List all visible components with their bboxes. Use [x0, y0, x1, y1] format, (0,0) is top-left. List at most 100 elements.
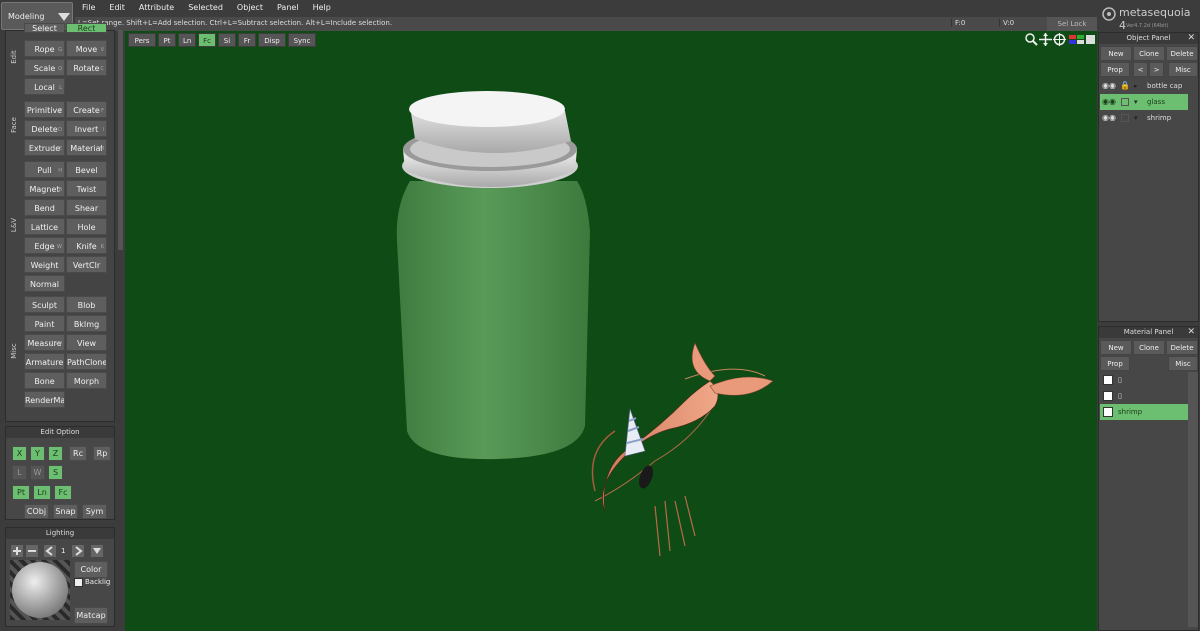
edit-option-rp-button[interactable]: Rp [93, 446, 111, 461]
tool-rect-button[interactable]: Rect [66, 23, 107, 33]
material-new-button[interactable]: New [1100, 340, 1132, 355]
edit-option-fc-button[interactable]: Fc [54, 485, 72, 500]
tool-pull-button[interactable]: Pull H [24, 161, 65, 178]
edit-option-z-button[interactable]: Z [48, 446, 63, 461]
view-tab-pt[interactable]: Pt [158, 33, 176, 47]
view-tab-disp[interactable]: Disp [258, 33, 286, 47]
edit-option-w-button[interactable]: W [30, 465, 45, 480]
material-clone-button[interactable]: Clone [1133, 340, 1165, 355]
object-list-item[interactable]: ◉◉ ▾ glass [1100, 94, 1188, 110]
tool-magnet-button[interactable]: Magnet B [24, 180, 65, 197]
material-list-item[interactable]: ▯ [1100, 388, 1188, 404]
tool-select-button[interactable]: Select [24, 23, 65, 33]
matcap-button[interactable]: Matcap [74, 607, 108, 624]
view-tab-fc[interactable]: Fc [198, 33, 216, 47]
tool-paint-button[interactable]: Paint [24, 315, 65, 332]
tool-lattice-button[interactable]: Lattice [24, 218, 65, 235]
object-delete-button[interactable]: Delete [1166, 46, 1198, 61]
object-list-item[interactable]: ◉◉ 🔒 ▸ bottle cap [1100, 78, 1188, 94]
menu-help[interactable]: Help [306, 0, 338, 16]
sel-lock-button[interactable]: Sel Lock [1047, 17, 1097, 31]
close-icon[interactable]: ✕ [1187, 327, 1195, 338]
rotate-view-icon[interactable] [1053, 33, 1066, 46]
tool-morph-button[interactable]: Morph [66, 372, 107, 389]
close-icon[interactable]: ✕ [1187, 33, 1195, 44]
tool-bkimg-button[interactable]: BkImg [66, 315, 107, 332]
object-next-button[interactable]: > [1149, 62, 1164, 77]
tool-twist-button[interactable]: Twist [66, 180, 107, 197]
edit-option-rc-button[interactable]: Rc [69, 446, 87, 461]
material-list-item[interactable]: ▯ [1100, 372, 1188, 388]
view-tab-sync[interactable]: Sync [288, 33, 316, 47]
object-list-item[interactable]: ◉◉ ▾ shrimp [1100, 110, 1188, 126]
eye-icon[interactable]: ◉◉ [1102, 110, 1116, 126]
tool-pathclone-button[interactable]: PathClone [66, 353, 107, 370]
tool-scale-button[interactable]: Scale Q [24, 59, 65, 76]
backlight-checkbox[interactable] [74, 578, 83, 587]
expand-icon[interactable]: ▾ [1134, 110, 1138, 126]
material-misc-button[interactable]: Misc [1168, 356, 1198, 371]
tool-extrude-button[interactable]: Extrude E [24, 139, 65, 156]
view-tab-ln[interactable]: Ln [178, 33, 196, 47]
eye-icon[interactable]: ◉◉ [1102, 94, 1116, 110]
edit-option-y-button[interactable]: Y [30, 446, 45, 461]
tool-rope-button[interactable]: Rope G [24, 40, 65, 57]
tool-renderman-button[interactable]: RenderMan [24, 391, 65, 408]
add-light-icon[interactable] [11, 545, 23, 557]
view-tab-pers[interactable]: Pers [128, 33, 156, 47]
expand-icon[interactable]: ▾ [1134, 94, 1138, 110]
prev-light-icon[interactable] [44, 545, 56, 557]
expand-icon[interactable]: ▸ [1134, 78, 1138, 94]
tool-blob-button[interactable]: Blob [66, 296, 107, 313]
menu-selected[interactable]: Selected [181, 0, 230, 16]
tool-primitive-button[interactable]: Primitive P [24, 101, 65, 118]
tool-delete-button[interactable]: Delete D [24, 120, 65, 137]
chevron-down-icon[interactable] [91, 545, 103, 557]
menu-object[interactable]: Object [230, 0, 270, 16]
edit-option-x-button[interactable]: X [12, 446, 27, 461]
tool-armature-button[interactable]: Armature [24, 353, 65, 370]
object-prop-button[interactable]: Prop [1100, 62, 1130, 77]
lock-box[interactable] [1121, 114, 1129, 122]
material-delete-button[interactable]: Delete [1166, 340, 1198, 355]
edit-option-sym-button[interactable]: Sym [82, 504, 107, 519]
tool-local-button[interactable]: Local L [24, 78, 65, 95]
menu-file[interactable]: File [75, 0, 102, 16]
tool-create-button[interactable]: Create F [66, 101, 107, 118]
tool-normal-button[interactable]: Normal [24, 275, 65, 292]
tool-hole-button[interactable]: Hole [66, 218, 107, 235]
tool-edge-button[interactable]: Edge W [24, 237, 65, 254]
lock-icon[interactable]: 🔒 [1120, 78, 1130, 94]
palette-scrollbar[interactable] [118, 30, 123, 250]
edit-option-snap-button[interactable]: Snap [53, 504, 78, 519]
menu-panel[interactable]: Panel [270, 0, 306, 16]
edit-option-cobj-button[interactable]: CObj [24, 504, 49, 519]
tool-knife-button[interactable]: Knife K [66, 237, 107, 254]
object-misc-button[interactable]: Misc [1168, 62, 1198, 77]
next-light-icon[interactable] [72, 545, 84, 557]
tool-bend-button[interactable]: Bend [24, 199, 65, 216]
view-tab-fr[interactable]: Fr [238, 33, 256, 47]
tool-material-button[interactable]: Material M [66, 139, 107, 156]
eye-icon[interactable]: ◉◉ [1102, 78, 1116, 94]
zoom-icon[interactable] [1025, 33, 1038, 46]
object-new-button[interactable]: New [1100, 46, 1132, 61]
view-tab-si[interactable]: Si [218, 33, 236, 47]
tool-sculpt-button[interactable]: Sculpt [24, 296, 65, 313]
edit-option-s-button[interactable]: S [48, 465, 63, 480]
remove-light-icon[interactable] [26, 545, 38, 557]
tool-rotate-button[interactable]: Rotate C [66, 59, 107, 76]
tool-shear-button[interactable]: Shear [66, 199, 107, 216]
tool-view-button[interactable]: View [66, 334, 107, 351]
tool-bone-button[interactable]: Bone [24, 372, 65, 389]
view-layout-icon[interactable] [1069, 35, 1095, 45]
viewport-3d[interactable] [125, 31, 1097, 631]
tool-weight-button[interactable]: Weight [24, 256, 65, 273]
material-prop-button[interactable]: Prop [1100, 356, 1130, 371]
tool-move-button[interactable]: Move V [66, 40, 107, 57]
edit-option-ln-button[interactable]: Ln [33, 485, 51, 500]
edit-option-l-button[interactable]: L [12, 465, 27, 480]
move-view-icon[interactable] [1039, 33, 1052, 46]
material-list-item[interactable]: shrimp [1100, 404, 1188, 420]
object-clone-button[interactable]: Clone [1133, 46, 1165, 61]
